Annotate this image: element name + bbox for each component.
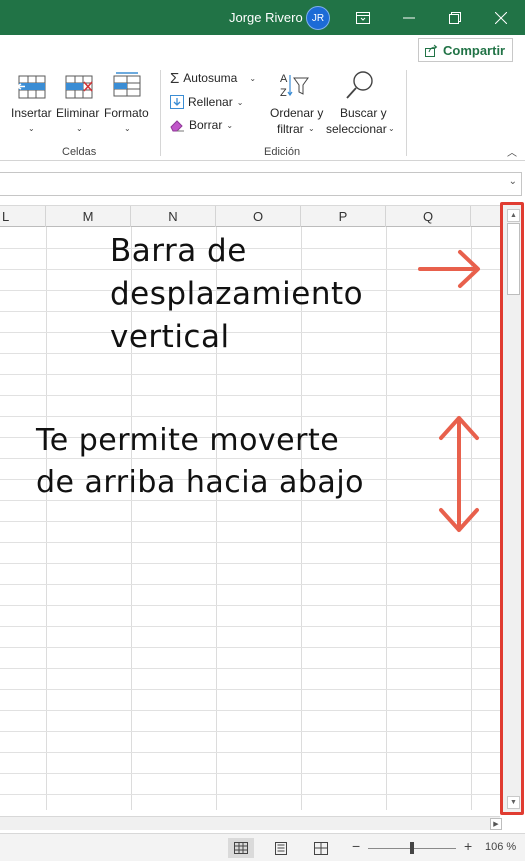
ribbon-group-separator-right <box>406 70 407 156</box>
annotation-title-line3: vertical <box>110 319 230 355</box>
delete-label: Eliminar <box>56 106 100 120</box>
autosum-button[interactable]: Σ Autosuma ⌄ <box>170 68 256 88</box>
sort-label-line2: filtrar <box>277 122 304 136</box>
scroll-down-button[interactable]: ▼ <box>507 796 520 809</box>
ribbon-bottom-border <box>0 160 525 161</box>
clear-button[interactable]: Borrar ⌄ <box>170 115 233 135</box>
column-header-l[interactable]: L <box>0 206 46 227</box>
scroll-thumb[interactable] <box>507 223 520 295</box>
share-button[interactable]: Compartir <box>418 38 513 62</box>
clear-label: Borrar <box>189 118 223 132</box>
edit-group-label: Edición <box>264 146 301 158</box>
close-button[interactable] <box>478 0 524 35</box>
clear-caret-icon: ⌄ <box>226 120 234 130</box>
normal-view-button[interactable] <box>228 838 254 858</box>
excel-window: Jorge Rivero JR Compartir Insertar ⌄ Eli… <box>0 0 525 861</box>
ribbon-display-options-button[interactable] <box>340 0 386 35</box>
sort-filter-button[interactable]: A Z Ordenar y filtrar ⌄ <box>266 70 326 142</box>
minimize-button[interactable] <box>386 0 432 35</box>
page-layout-icon <box>275 841 287 855</box>
magnifier-icon <box>346 71 373 99</box>
find-label-line2: seleccionar <box>326 122 387 136</box>
status-bar: − + 106 % <box>0 833 525 861</box>
svg-text:A: A <box>280 73 288 85</box>
fill-button[interactable]: Rellenar ⌄ <box>170 92 243 112</box>
close-icon <box>495 11 507 24</box>
grid-lines <box>0 227 500 810</box>
delete-cells-icon <box>65 75 93 99</box>
column-header-n[interactable]: N <box>131 206 216 227</box>
page-break-icon <box>314 841 328 855</box>
formula-bar[interactable]: ⌄ <box>0 172 522 196</box>
user-avatar[interactable]: JR <box>306 6 330 30</box>
annotation-desc-line1: Te permite moverte <box>36 423 340 458</box>
ribbon: Insertar ⌄ Eliminar ⌄ Formato ⌄ Celdas Σ… <box>0 64 525 160</box>
fill-caret-icon: ⌄ <box>236 97 244 107</box>
zoom-level[interactable]: 106 % <box>485 841 516 853</box>
zoom-slider-thumb[interactable] <box>410 842 414 854</box>
ribbon-display-icon <box>356 11 370 24</box>
format-cells-icon <box>113 72 141 97</box>
annotation-title-line1: Barra de <box>110 233 247 269</box>
insert-caret-icon[interactable]: ⌄ <box>28 124 35 133</box>
cells-group-label: Celdas <box>62 146 97 158</box>
scroll-right-button[interactable]: ▶ <box>490 818 502 830</box>
column-header-p[interactable]: P <box>301 206 386 227</box>
zoom-out-button[interactable]: − <box>352 838 360 854</box>
format-label: Formato <box>104 106 149 120</box>
horizontal-scrollbar[interactable] <box>0 816 500 830</box>
fill-down-icon <box>170 95 184 109</box>
autosum-caret-icon: ⌄ <box>249 73 257 83</box>
annotation-title-line2: desplazamiento <box>110 276 364 312</box>
grid-view-icon <box>234 842 248 854</box>
scroll-up-button[interactable]: ▲ <box>507 209 520 222</box>
title-bar: Jorge Rivero JR <box>0 0 525 35</box>
fill-label: Rellenar <box>188 95 233 109</box>
right-arrow-icon <box>418 250 480 288</box>
column-header-row: L M N O P Q <box>0 205 500 227</box>
column-header-m[interactable]: M <box>46 206 131 227</box>
page-layout-view-button[interactable] <box>268 838 294 858</box>
restore-button[interactable] <box>432 0 478 35</box>
find-caret-icon: ⌄ <box>388 124 395 133</box>
column-header-q[interactable]: Q <box>386 206 471 227</box>
eraser-icon <box>170 119 184 131</box>
share-icon <box>425 44 438 57</box>
page-break-view-button[interactable] <box>308 838 334 858</box>
zoom-in-button[interactable]: + <box>464 838 472 854</box>
ribbon-group-separator <box>160 70 161 156</box>
sort-filter-icon: A Z <box>280 73 309 99</box>
find-label-line1: Buscar y <box>340 106 387 120</box>
autosum-label: Autosuma <box>183 71 238 85</box>
restore-icon <box>449 11 461 24</box>
sort-label-line1: Ordenar y <box>270 106 324 120</box>
svg-text:Z: Z <box>280 87 287 99</box>
format-caret-icon[interactable]: ⌄ <box>124 124 131 133</box>
column-header-o[interactable]: O <box>216 206 301 227</box>
sort-caret-icon: ⌄ <box>308 124 315 133</box>
minimize-icon <box>403 17 415 18</box>
annotation-desc-line2: de arriba hacia abajo <box>36 465 365 500</box>
expand-formula-bar-icon[interactable]: ⌄ <box>509 176 517 187</box>
up-down-arrow-icon <box>439 416 479 532</box>
sigma-icon: Σ <box>170 69 180 87</box>
find-select-button[interactable]: Buscar y seleccionar ⌄ <box>326 70 398 142</box>
collapse-ribbon-icon[interactable]: ︿ <box>507 144 517 159</box>
user-name[interactable]: Jorge Rivero <box>229 10 303 25</box>
delete-caret-icon[interactable]: ⌄ <box>76 124 83 133</box>
insert-label: Insertar <box>11 106 52 120</box>
share-label: Compartir <box>443 42 506 58</box>
vertical-scrollbar[interactable]: ▲ ▼ <box>503 205 523 812</box>
cell-grid[interactable] <box>0 227 500 810</box>
insert-cells-icon <box>15 75 46 99</box>
